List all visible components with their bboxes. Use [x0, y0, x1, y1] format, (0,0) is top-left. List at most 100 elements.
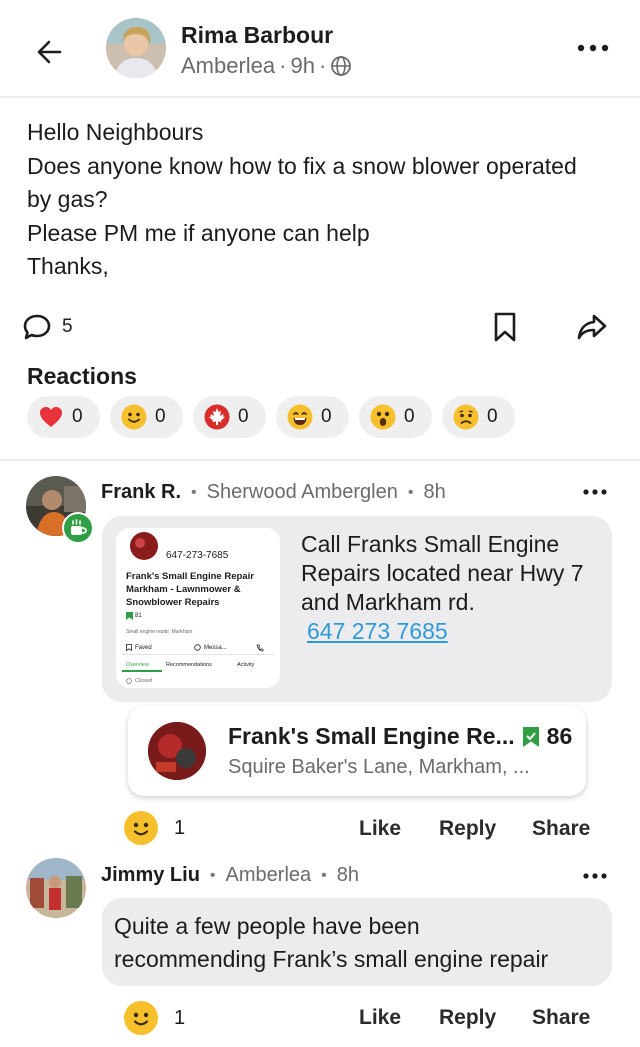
reaction-sad[interactable]: 0: [442, 396, 515, 438]
commenter-neighbourhood[interactable]: Amberlea: [226, 864, 312, 887]
author-avatar[interactable]: [106, 18, 166, 78]
comment-text-line: and Markham rd.: [301, 589, 475, 615]
chat-icon: [194, 644, 201, 651]
thumb-phone: 647-273-7685: [166, 550, 229, 561]
comment-count: 5: [62, 316, 73, 337]
meta-separator: •: [209, 866, 216, 884]
post-line: Does anyone know how to fix a snow blowe…: [27, 152, 577, 179]
comment-text-line: Quite a few people have been: [114, 913, 420, 939]
meta-separator: •: [407, 483, 414, 501]
comment-text-line: Call Franks Small Engine: [301, 531, 560, 557]
meta-separator: ·: [279, 53, 287, 78]
post-line: Hello Neighbours: [27, 119, 204, 145]
business-faves: 86: [546, 723, 573, 749]
reaction-smile[interactable]: 0: [110, 396, 183, 438]
phone-link[interactable]: 647 273 7685: [307, 617, 448, 646]
commenter-neighbourhood[interactable]: Sherwood Amberglen: [207, 481, 398, 504]
post-line: by gas?: [27, 186, 108, 212]
clock-icon: [126, 678, 132, 684]
thumb-category: Small engine repair, Markham: [126, 629, 193, 635]
back-arrow-icon[interactable]: [30, 32, 70, 72]
smile-icon: [121, 404, 147, 430]
post-time: 9h: [290, 53, 315, 78]
maple-leaf-icon: [204, 404, 230, 430]
reply-button[interactable]: Reply: [439, 1006, 496, 1030]
share-icon[interactable]: [576, 312, 608, 342]
business-name: Frank's Small Engine Re...: [228, 723, 515, 749]
thumb-title-line: Snowblower Repairs: [126, 597, 220, 608]
divider: [0, 459, 640, 461]
business-card[interactable]: Frank's Small Engine Re... 86 Squire Bak…: [128, 706, 586, 796]
thumb-tab: Overview: [126, 662, 149, 668]
comment-more-icon[interactable]: [582, 487, 608, 497]
thumb-btn-faved: Faved: [126, 644, 152, 651]
business-avatar: [148, 722, 206, 780]
comment-header: Jimmy Liu • Amberlea • 8h: [101, 864, 359, 887]
attached-screenshot[interactable]: 647-273-7685 Frank's Small Engine Repair…: [116, 528, 280, 688]
comment-reaction[interactable]: 1: [124, 811, 185, 845]
reaction-count: 0: [72, 406, 83, 427]
reaction-count: 0: [321, 406, 332, 427]
heart-icon: [40, 407, 62, 427]
reaction-laugh[interactable]: 0: [276, 396, 349, 438]
reactions-row: 0 0 0 0 0 0: [27, 396, 515, 438]
comment-time: 8h: [336, 864, 359, 886]
thumb-tab: Recommendations: [166, 662, 212, 668]
comment-header: Frank R. • Sherwood Amberglen • 8h: [101, 481, 446, 504]
wow-icon: [370, 404, 396, 430]
post-line: Thanks,: [27, 253, 109, 279]
comment-time: 8h: [423, 481, 446, 503]
meta-separator: ·: [318, 53, 327, 78]
thumb-faves: 81: [126, 612, 142, 620]
phone-icon: [256, 644, 264, 652]
reply-button[interactable]: Reply: [439, 817, 496, 841]
post-header: Rima Barbour Amberlea · 9h ·: [0, 0, 640, 98]
thumb-status: Closed: [126, 678, 152, 684]
comment-text-line: Repairs located near Hwy 7: [301, 560, 584, 586]
like-button[interactable]: Like: [359, 1006, 401, 1030]
comment-button[interactable]: 5: [22, 312, 73, 342]
commenter-name[interactable]: Frank R.: [101, 481, 181, 504]
share-button[interactable]: Share: [532, 1006, 590, 1030]
reaction-count: 0: [155, 406, 166, 427]
reaction-wow[interactable]: 0: [359, 396, 432, 438]
author-neighbourhood[interactable]: Amberlea: [181, 53, 275, 79]
comment-reaction-count: 1: [174, 1006, 186, 1029]
share-button[interactable]: Share: [532, 817, 590, 841]
more-options-icon[interactable]: [576, 38, 610, 58]
meta-separator: •: [321, 866, 327, 884]
comment-more-icon[interactable]: [582, 871, 608, 881]
thumb-title-line: Frank's Small Engine Repair: [126, 571, 254, 582]
author-name[interactable]: Rima Barbour: [181, 22, 333, 49]
commenter-avatar[interactable]: [26, 858, 86, 918]
thumb-btn-message: Messa...: [194, 644, 227, 651]
laugh-icon: [287, 404, 313, 430]
coffee-badge-icon: [62, 512, 94, 544]
bookmark-icon[interactable]: [491, 311, 519, 343]
post-line: Please PM me if anyone can help: [27, 219, 370, 246]
fave-icon: [126, 612, 133, 620]
post-meta: Amberlea · 9h ·: [181, 53, 352, 79]
comment-text-line: recommending Frank’s small engine repair: [114, 946, 549, 972]
comment-bubble-icon: [23, 314, 51, 340]
like-button[interactable]: Like: [359, 817, 401, 841]
thumb-faves-count: 81: [135, 613, 142, 619]
thumb-title-line: Markham - Lawnmower &: [126, 584, 241, 595]
smile-icon: [124, 811, 158, 845]
globe-icon: [331, 56, 352, 76]
meta-separator: •: [191, 483, 197, 501]
reaction-count: 0: [487, 406, 498, 427]
comment-reaction[interactable]: 1: [124, 1001, 185, 1035]
reaction-count: 0: [404, 406, 415, 427]
business-address: Squire Baker's Lane, Markham, ...: [228, 756, 530, 778]
fave-icon: [522, 726, 539, 747]
comment-reaction-count: 1: [174, 816, 186, 839]
reactions-title: Reactions: [27, 363, 137, 389]
reaction-heart[interactable]: 0: [27, 396, 100, 438]
smile-icon: [124, 1001, 158, 1035]
reaction-canada[interactable]: 0: [193, 396, 266, 438]
sad-icon: [453, 404, 479, 430]
bookmark-icon: [126, 644, 132, 651]
reaction-count: 0: [238, 406, 249, 427]
commenter-name[interactable]: Jimmy Liu: [101, 864, 200, 887]
